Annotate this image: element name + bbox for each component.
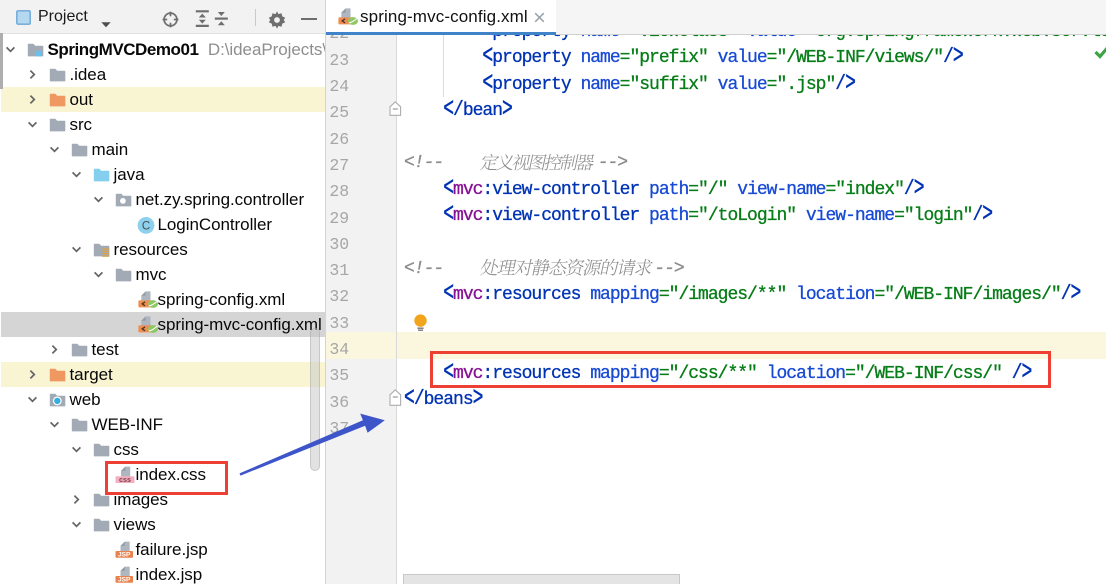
svg-text:C: C xyxy=(142,220,150,232)
svg-text:JSP: JSP xyxy=(118,551,131,557)
svg-text:JSP: JSP xyxy=(118,576,131,582)
